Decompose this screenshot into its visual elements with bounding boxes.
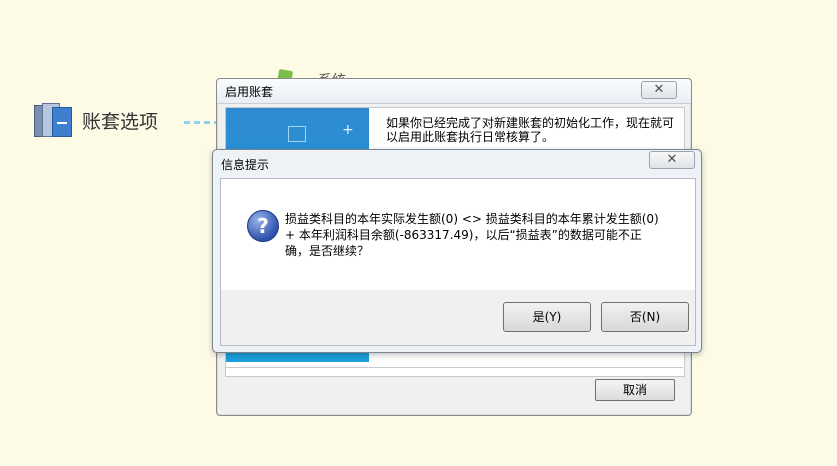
info-message: 损益类科目的本年实际发生额(0) <> 损益类科目的本年累计发生额(0) + 本… xyxy=(285,211,685,259)
close-icon: ✕ xyxy=(666,152,678,167)
info-dialog-panel: ? 损益类科目的本年实际发生额(0) <> 损益类科目的本年累计发生额(0) +… xyxy=(220,178,696,346)
info-message-area: ? 损益类科目的本年实际发生额(0) <> 损益类科目的本年累计发生额(0) +… xyxy=(221,179,695,290)
connector-line xyxy=(184,121,220,124)
yes-button[interactable]: 是(Y) xyxy=(503,302,591,332)
ledger-options-item[interactable]: 账套选项 xyxy=(34,103,158,137)
info-dialog: 信息提示 ✕ ? 损益类科目的本年实际发生额(0) <> 损益类科目的本年累计发… xyxy=(212,149,702,353)
info-message-line1: 损益类科目的本年实际发生额(0) <> 损益类科目的本年累计发生额(0) xyxy=(285,212,659,226)
info-close-button[interactable]: ✕ xyxy=(649,151,695,169)
info-dialog-title: 信息提示 xyxy=(221,158,270,172)
square-icon xyxy=(288,126,306,142)
ledger-options-label: 账套选项 xyxy=(82,110,159,133)
question-icon: ? xyxy=(247,210,279,242)
dialog-title: 启用账套 xyxy=(225,85,274,99)
divider xyxy=(225,367,683,368)
info-message-line2: + 本年利润科目余额(-863317.49)，以后“损益表”的数据可能不正 xyxy=(285,228,642,242)
plus-icon: + xyxy=(342,122,354,138)
dialog-titlebar[interactable] xyxy=(217,79,691,104)
close-icon: ✕ xyxy=(653,82,665,97)
no-button[interactable]: 否(N) xyxy=(601,302,689,332)
dialog-message: 如果你已经完成了对新建账套的初始化工作，现在就可以启用此账套执行日常核算了。 xyxy=(386,116,675,144)
cancel-button[interactable]: 取消 xyxy=(595,379,675,401)
info-dialog-titlebar[interactable] xyxy=(213,150,701,178)
info-message-line3: 确，是否继续？ xyxy=(285,244,370,258)
ledger-icon xyxy=(34,103,72,137)
close-button[interactable]: ✕ xyxy=(641,81,677,99)
